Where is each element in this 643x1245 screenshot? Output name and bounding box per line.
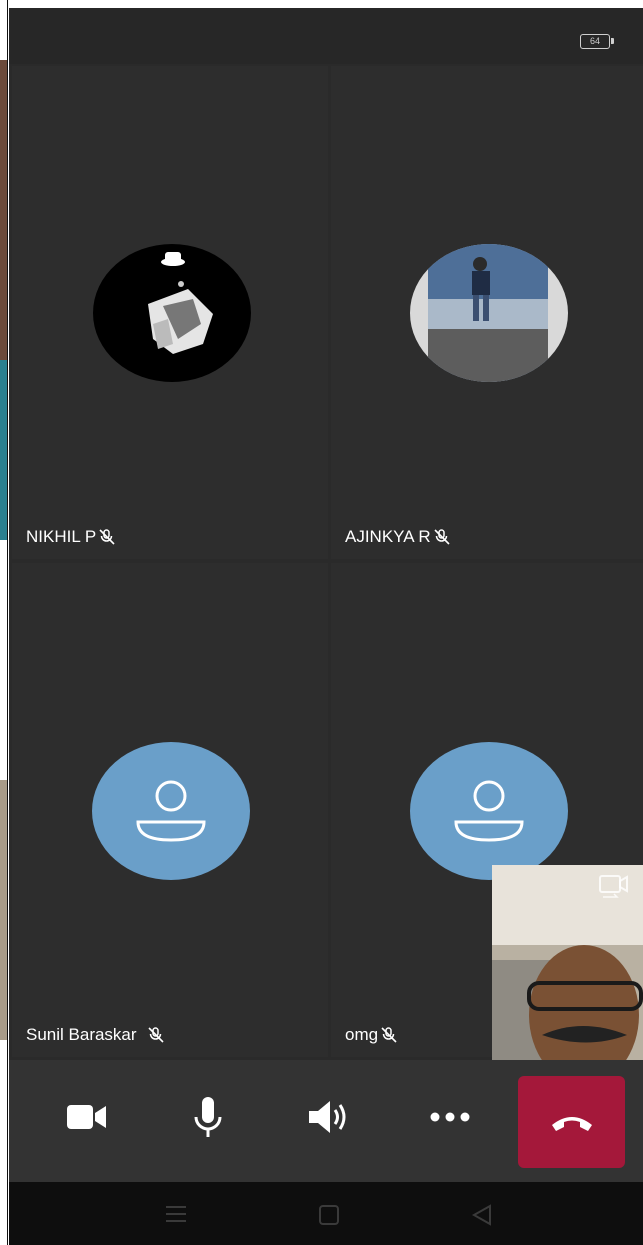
default-avatar-icon [410,742,568,880]
participant-tile-ajinkya[interactable]: AJINKYA R [331,66,643,559]
default-avatar-icon [92,742,250,880]
more-options-button[interactable] [421,1088,479,1146]
more-dots-icon [430,1112,470,1122]
call-control-bar [9,1060,643,1185]
self-view-video[interactable] [492,865,643,1060]
mic-muted-icon [434,529,450,545]
speaker-icon [309,1101,346,1133]
participant-tile-nikhil[interactable]: NIKHIL P [12,66,328,559]
mic-muted-icon [99,529,115,545]
participant-name-row: NIKHIL P [26,527,116,547]
participant-tile-sunil[interactable]: Sunil Baraskar [12,563,328,1057]
video-camera-icon [67,1105,106,1129]
end-call-icon [551,1117,592,1131]
back-icon[interactable] [471,1204,493,1226]
menu-icon[interactable] [164,1204,188,1224]
video-toggle-button[interactable] [58,1088,116,1146]
mic-muted-icon [381,1027,397,1043]
participant-name: omg [345,1025,379,1044]
battery-indicator: 64 [580,34,614,49]
home-icon[interactable] [318,1204,340,1226]
participant-name-row: Sunil Baraskar [26,1025,165,1045]
participant-name: AJINKYA R [345,527,431,546]
status-bar: 64 [9,8,643,64]
participant-avatar [93,244,251,382]
microphone-icon [194,1097,222,1137]
participant-name-row: omg [345,1025,398,1045]
end-call-button[interactable] [518,1076,625,1168]
mic-muted-icon [147,1027,164,1043]
left-edge-strip [0,0,8,1245]
speaker-toggle-button[interactable] [300,1088,358,1146]
participant-name-row: AJINKYA R [345,527,451,547]
video-call-screen: 64 NIKHIL P AJINKYA R Sunil Baraskar omg [9,8,643,1245]
system-nav-bar [9,1182,643,1245]
participant-name: NIKHIL P [26,527,97,546]
switch-camera-icon[interactable] [597,873,629,901]
mic-toggle-button[interactable] [179,1088,237,1146]
participant-avatar [410,244,568,382]
participant-name: Sunil Baraskar [26,1025,137,1044]
